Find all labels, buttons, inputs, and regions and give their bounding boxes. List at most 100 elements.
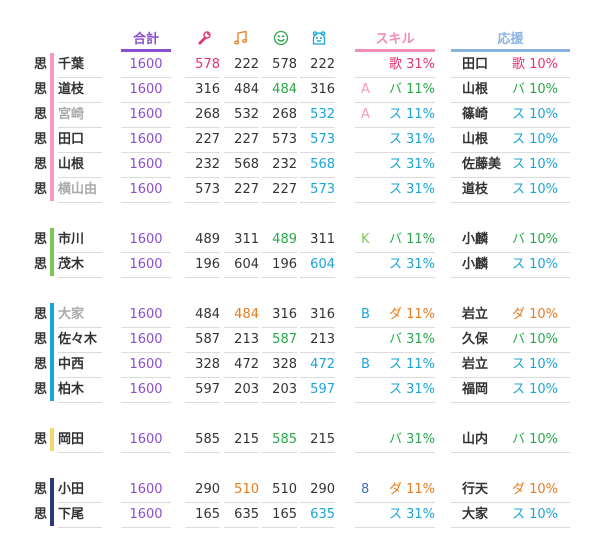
support-bonus: ダ 10% — [512, 307, 559, 322]
support-bonus: バ 10% — [512, 82, 559, 97]
mental-value: 604 — [300, 252, 335, 278]
table-row[interactable]: 思千葉 1600 578 222 578 222 歌 31% 田口歌 10% — [0, 52, 601, 78]
skill-unit-prefix: A — [361, 82, 370, 97]
support-cell: 行天 ダ 10% — [451, 477, 570, 503]
vocal-value: 227 — [185, 127, 220, 153]
support-member-name: 岩立 — [462, 307, 489, 322]
member-name: 千葉 — [58, 52, 102, 78]
table-row[interactable]: 思山根 1600 232 568 232 568 ス 31% 佐藤美ス 10% — [0, 152, 601, 178]
member-name: 岡田 — [58, 427, 102, 453]
total-value: 1600 — [121, 352, 171, 378]
member-name: 横山由 — [58, 177, 102, 203]
total-value: 1600 — [121, 152, 171, 178]
support-member-name: 篠崎 — [462, 107, 489, 122]
bear-icon — [312, 31, 326, 45]
skill-cell: ス 31% — [355, 127, 435, 153]
dance-value: 532 — [224, 102, 259, 128]
member-name: 田口 — [58, 127, 102, 153]
member-name: 佐々木 — [58, 327, 102, 353]
vocal-value: 328 — [185, 352, 220, 378]
support-bonus: バ 10% — [512, 332, 559, 347]
table-row[interactable]: 思小田 1600 290 510 510 290 8 ダ 11% 行天ダ 10% — [0, 477, 601, 503]
dance-value: 568 — [224, 152, 259, 178]
support-bonus: ダ 10% — [512, 482, 559, 497]
header-total-label: 合計 — [132, 32, 159, 47]
music-note-icon — [234, 30, 248, 45]
mental-value: 635 — [300, 502, 335, 528]
attribute-kanji: 思 — [34, 307, 48, 322]
visual-value: 587 — [262, 327, 297, 353]
dance-value: 604 — [224, 252, 259, 278]
support-cell: 田口 歌 10% — [451, 52, 570, 78]
member-name: 柏木 — [58, 377, 102, 403]
skill-unit-prefix: B — [361, 357, 370, 372]
attribute-kanji: 思 — [34, 82, 48, 97]
skill-value: バ 31% — [388, 332, 435, 347]
dance-value: 472 — [224, 352, 259, 378]
skill-value: ス 31% — [388, 257, 435, 272]
support-member-name: 道枝 — [462, 182, 489, 197]
mic-icon — [198, 31, 211, 45]
vocal-value: 597 — [185, 377, 220, 403]
total-value: 1600 — [121, 177, 171, 203]
support-cell: 久保 バ 10% — [451, 327, 570, 353]
attribute-kanji: 思 — [34, 157, 48, 172]
support-member-name: 福岡 — [462, 382, 489, 397]
attribute-kanji: 思 — [34, 357, 48, 372]
attribute-kanji: 思 — [34, 232, 48, 247]
total-value: 1600 — [121, 302, 171, 328]
total-value: 1600 — [121, 327, 171, 353]
skill-cell: 歌 31% — [355, 52, 435, 78]
attribute-kanji: 思 — [34, 332, 48, 347]
dance-value: 227 — [224, 177, 259, 203]
mental-value: 215 — [300, 427, 335, 453]
table-row[interactable]: 思茂木 1600 196 604 196 604 ス 31% 小麟ス 10% — [0, 252, 601, 278]
dance-value: 213 — [224, 327, 259, 353]
support-bonus: バ 10% — [512, 432, 559, 447]
attribute-kanji: 思 — [34, 482, 48, 497]
visual-value: 489 — [262, 227, 297, 253]
attribute-kanji: 思 — [34, 182, 48, 197]
skill-value: バ 11% — [388, 232, 435, 247]
total-value: 1600 — [121, 127, 171, 153]
skill-cell: ス 31% — [355, 502, 435, 528]
skill-cell: B ダ 11% — [355, 302, 435, 328]
header-total: 合計 — [121, 26, 171, 52]
header-skill: スキル — [355, 26, 435, 52]
skill-value: バ 31% — [388, 432, 435, 447]
support-cell: 大家 ス 10% — [451, 502, 570, 528]
skill-cell: ス 31% — [355, 152, 435, 178]
table-row[interactable]: 思市川 1600 489 311 489 311 K バ 11% 小麟バ 10% — [0, 227, 601, 253]
vocal-value: 232 — [185, 152, 220, 178]
table-row[interactable]: 思横山由 1600 573 227 227 573 ス 31% 道枝ス 10% — [0, 177, 601, 203]
table-row[interactable]: 思大家 1600 484 484 316 316 B ダ 11% 岩立ダ 10% — [0, 302, 601, 328]
table-row[interactable]: 思中西 1600 328 472 328 472 B ス 11% 岩立ス 10% — [0, 352, 601, 378]
attribute-kanji: 思 — [34, 382, 48, 397]
table-row[interactable]: 思柏木 1600 597 203 203 597 ス 31% 福岡ス 10% — [0, 377, 601, 403]
mental-value: 532 — [300, 102, 335, 128]
skill-value: ス 31% — [388, 157, 435, 172]
skill-value: ス 31% — [388, 507, 435, 522]
table-row[interactable]: 思岡田 1600 585 215 585 215 バ 31% 山内バ 10% — [0, 427, 601, 453]
table-row[interactable]: 思佐々木 1600 587 213 587 213 バ 31% 久保バ 10% — [0, 327, 601, 353]
vocal-value: 587 — [185, 327, 220, 353]
skill-cell: ス 31% — [355, 252, 435, 278]
skill-cell: ス 31% — [355, 177, 435, 203]
support-cell: 岩立 ダ 10% — [451, 302, 570, 328]
dance-value: 227 — [224, 127, 259, 153]
table-row[interactable]: 思下尾 1600 165 635 165 635 ス 31% 大家ス 10% — [0, 502, 601, 528]
member-name: 中西 — [58, 352, 102, 378]
attribute-kanji: 思 — [34, 507, 48, 522]
support-bonus: ス 10% — [512, 382, 559, 397]
table-row[interactable]: 思宮崎 1600 268 532 268 532 A ス 11% 篠崎ス 10% — [0, 102, 601, 128]
support-member-name: 久保 — [462, 332, 489, 347]
skill-value: ス 31% — [388, 132, 435, 147]
mental-value: 316 — [300, 77, 335, 103]
skill-unit-prefix: K — [361, 232, 370, 247]
support-cell: 岩立 ス 10% — [451, 352, 570, 378]
table-row[interactable]: 思道枝 1600 316 484 484 316 A バ 11% 山根バ 10% — [0, 77, 601, 103]
member-name: 小田 — [58, 477, 102, 503]
table-row[interactable]: 思田口 1600 227 227 573 573 ス 31% 山根ス 10% — [0, 127, 601, 153]
support-cell: 道枝 ス 10% — [451, 177, 570, 203]
support-member-name: 田口 — [462, 57, 489, 72]
